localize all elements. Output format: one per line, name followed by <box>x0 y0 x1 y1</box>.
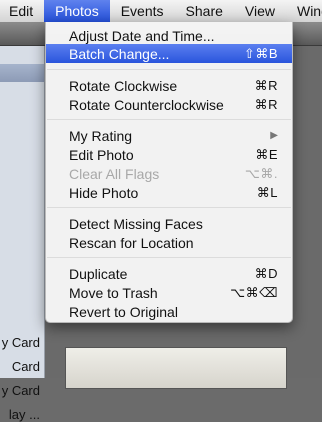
menu-item-shortcut: ⌥⌘. <box>244 165 278 181</box>
menu-item-label: Hide Photo <box>69 184 139 201</box>
menu-bar: Edit Photos Events Share View Wind <box>0 0 322 23</box>
menu-item-label: Detect Missing Faces <box>69 215 203 232</box>
menu-item-label: Rescan for Location <box>69 234 194 251</box>
menu-item-detect-missing-faces[interactable]: Detect Missing Faces <box>46 214 292 233</box>
menubar-item-share[interactable]: Share <box>175 0 234 22</box>
menu-item-adjust-date-time[interactable]: Adjust Date and Time... <box>46 26 292 45</box>
menu-item-label: Edit Photo <box>69 146 134 163</box>
menu-item-label: Batch Change... <box>69 45 170 62</box>
menu-item-label: My Rating <box>69 127 133 144</box>
photo-thumbnail[interactable] <box>65 347 287 389</box>
menu-item-label: Duplicate <box>69 265 128 282</box>
menubar-item-window[interactable]: Wind <box>286 0 322 22</box>
menu-item-rotate-clockwise[interactable]: Rotate Clockwise ⌘R <box>46 76 292 95</box>
menu-item-shortcut: ⌥⌘⌫ <box>230 284 278 300</box>
menu-item-batch-change[interactable]: Batch Change... ⇧⌘B <box>46 44 292 63</box>
menu-item-shortcut: ⌘R <box>254 77 278 93</box>
photos-menu: Adjust Date and Time... Batch Change... … <box>45 22 293 323</box>
menu-separator <box>47 69 291 70</box>
menu-item-shortcut: ⌘D <box>254 265 278 281</box>
menu-item-my-rating[interactable]: My Rating ▶ <box>46 126 292 145</box>
menu-item-rotate-counterclockwise[interactable]: Rotate Counterclockwise ⌘R <box>46 95 292 114</box>
menu-item-label: Rotate Clockwise <box>69 77 178 94</box>
menu-separator <box>47 119 291 120</box>
menu-item-label: Revert to Original <box>69 303 178 320</box>
menu-item-shortcut: ⌘R <box>254 96 278 112</box>
menu-item-label: Rotate Counterclockwise <box>69 96 224 113</box>
menu-item-edit-photo[interactable]: Edit Photo ⌘E <box>46 145 292 164</box>
sidebar-item[interactable]: lay ... <box>9 407 40 422</box>
menu-item-revert-to-original[interactable]: Revert to Original <box>46 302 292 321</box>
menubar-item-events[interactable]: Events <box>110 0 175 22</box>
menu-item-rescan-location[interactable]: Rescan for Location <box>46 233 292 252</box>
menu-item-hide-photo[interactable]: Hide Photo ⌘L <box>46 183 292 202</box>
menu-item-clear-all-flags: Clear All Flags ⌥⌘. <box>46 164 292 183</box>
menu-separator <box>47 207 291 208</box>
submenu-arrow-icon: ▶ <box>270 130 278 141</box>
menu-item-duplicate[interactable]: Duplicate ⌘D <box>46 264 292 283</box>
menu-item-label: Adjust Date and Time... <box>69 27 215 44</box>
menu-separator <box>47 257 291 258</box>
sidebar-item[interactable]: y Card <box>2 335 40 350</box>
menu-item-shortcut: ⌘E <box>255 146 278 162</box>
menubar-item-photos[interactable]: Photos <box>44 0 110 22</box>
menubar-item-edit[interactable]: Edit <box>0 0 44 22</box>
menu-item-shortcut: ⌘L <box>256 184 278 200</box>
menu-item-shortcut: ⇧⌘B <box>243 45 278 61</box>
sidebar-selected-row[interactable] <box>0 64 44 82</box>
menu-item-label: Clear All Flags <box>69 165 160 182</box>
sidebar-item[interactable]: Card <box>12 359 40 374</box>
menu-item-label: Move to Trash <box>69 284 158 301</box>
menu-item-move-to-trash[interactable]: Move to Trash ⌥⌘⌫ <box>46 283 292 302</box>
sidebar: y Card Card y Card lay ... <box>0 46 45 422</box>
menubar-item-view[interactable]: View <box>234 0 286 22</box>
sidebar-item[interactable]: y Card <box>2 383 40 398</box>
